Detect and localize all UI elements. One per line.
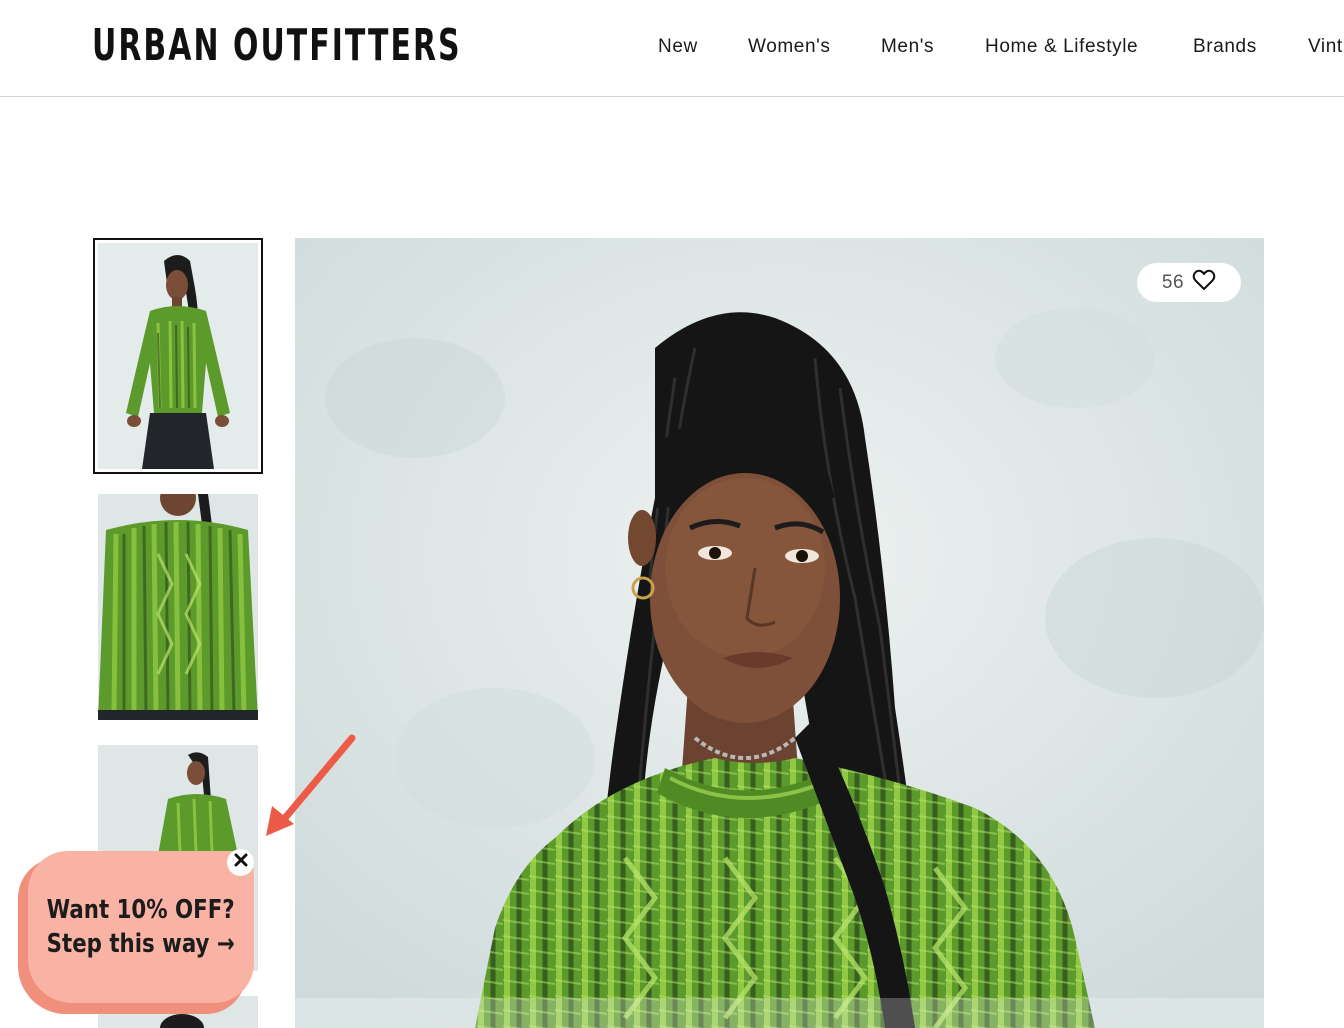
- site-header: URBAN OUTFITTERS New Women's Men's Home …: [0, 0, 1344, 97]
- nav-item-new[interactable]: New: [658, 34, 698, 60]
- nav-item-womens[interactable]: Women's: [748, 34, 830, 60]
- promo-headline: Want 10% OFF?: [46, 895, 236, 925]
- promo-close-button[interactable]: [227, 849, 254, 876]
- like-count: 56: [1161, 271, 1185, 293]
- brand-logo[interactable]: URBAN OUTFITTERS: [92, 18, 462, 74]
- arrow-pointer-icon: [258, 728, 363, 843]
- heart-outline-icon: [1192, 269, 1216, 296]
- close-icon: [234, 853, 248, 872]
- promo-cta: Step this way →: [46, 929, 236, 959]
- main-product-image[interactable]: [295, 238, 1264, 1028]
- main-product-photo: [295, 238, 1264, 1028]
- thumbnail-2-image: [98, 494, 258, 720]
- like-button[interactable]: 56: [1137, 263, 1241, 302]
- nav-item-mens[interactable]: Men's: [881, 34, 934, 60]
- nav-item-vintage[interactable]: Vint: [1308, 34, 1343, 60]
- promo-badge[interactable]: Want 10% OFF? Step this way →: [28, 851, 254, 1003]
- nav-item-home-lifestyle[interactable]: Home & Lifestyle: [985, 34, 1138, 60]
- nav-item-brands[interactable]: Brands: [1193, 34, 1257, 60]
- thumbnail-1[interactable]: [98, 243, 258, 469]
- thumbnail-2[interactable]: [98, 494, 258, 720]
- thumbnail-1-image: [98, 243, 258, 469]
